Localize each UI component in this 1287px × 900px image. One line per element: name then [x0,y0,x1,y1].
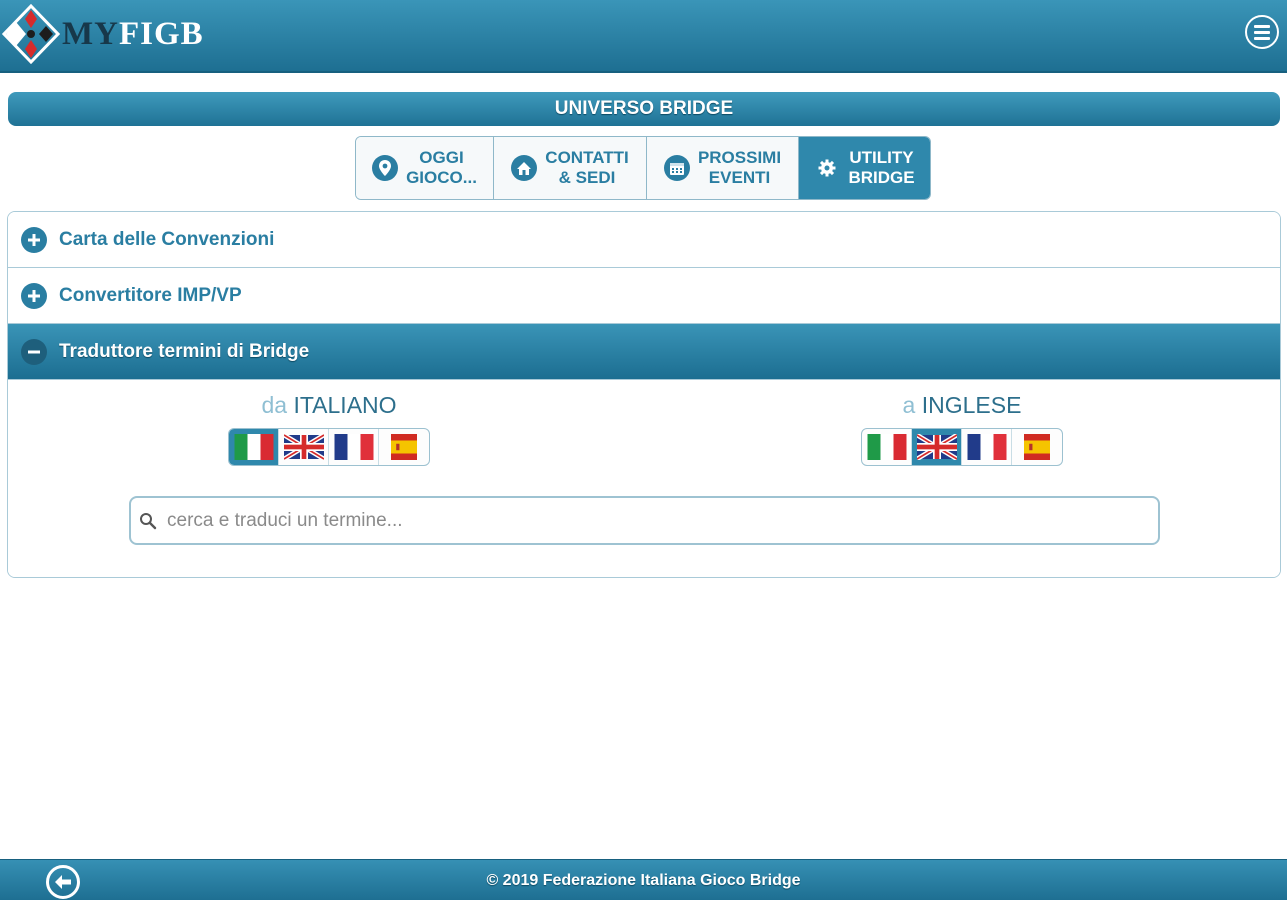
calendar-icon [663,155,690,181]
tab-label: OGGI GIOCO... [406,148,477,188]
source-flag-italy[interactable] [229,429,279,465]
translator-panel: da ITALIANO a INGLESE cerca e traduci un… [8,380,1280,577]
source-flag-spain[interactable] [379,429,429,465]
target-flag-italy[interactable] [862,429,912,465]
logo-figb: FIGB [118,15,204,52]
home-icon [511,155,538,181]
spain-flag-icon [391,434,417,460]
tab-label-line2: & SEDI [558,168,616,187]
tab-label: CONTATTI & SEDI [545,148,628,188]
france-flag-icon [334,434,373,460]
source-language-prefix: da [261,392,288,418]
tab-label-line1: OGGI [419,148,464,167]
target-flag-uk[interactable] [912,429,962,465]
tab-label-line1: PROSSIMI [697,148,782,167]
target-language-name: INGLESE [921,392,1022,418]
tab-oggi-gioco[interactable]: OGGI GIOCO... [356,137,494,199]
italy-flag-icon [867,434,906,460]
back-arrow-icon[interactable] [46,865,80,899]
logo-my: MY [62,15,119,52]
accordion-item-label: Convertitore IMP/VP [59,284,242,306]
uk-flag-icon [916,434,957,460]
search-icon [140,512,157,529]
plus-icon [21,282,47,309]
tab-prossimi-eventi[interactable]: PROSSIMI EVENTI [647,137,799,199]
card-suits-logo-icon [2,4,60,64]
tab-label-line1: CONTATTI [545,148,629,167]
plus-icon [21,226,47,253]
nav-tabs: OGGI GIOCO... CONTATTI & SEDI PROSSIMI E… [355,136,931,200]
target-flag-france[interactable] [962,429,1012,465]
source-language-title: da ITALIANO [227,392,431,419]
source-flag-uk[interactable] [279,429,329,465]
source-language-flags [228,428,430,466]
target-language-title: a INGLESE [860,392,1064,419]
accordion-item-traduttore-termini[interactable]: Traduttore termini di Bridge [8,324,1280,380]
tab-label-line2: GIOCO... [406,168,477,187]
utility-accordion: Carta delle Convenzioni Convertitore IMP… [7,211,1281,578]
copyright-text: © 2019 Federazione Italiana Gioco Bridge [486,872,801,889]
tab-label-line1: UTILITY [849,148,914,167]
tab-label: PROSSIMI EVENTI [698,148,781,188]
hamburger-menu-icon[interactable] [1245,15,1279,49]
accordion-item-label: Carta delle Convenzioni [59,228,275,250]
uk-flag-icon [283,434,324,460]
accordion-item-label: Traduttore termini di Bridge [59,340,310,362]
france-flag-icon [967,434,1006,460]
tab-label-line2: EVENTI [708,168,771,187]
map-pin-icon [372,155,399,181]
source-flag-france[interactable] [329,429,379,465]
target-language-flags [861,428,1063,466]
minus-icon [21,338,47,365]
tab-label-line2: BRIDGE [848,168,915,187]
logo-text: MYFIGB [62,15,204,52]
gear-icon [814,155,840,181]
section-title: UNIVERSO BRIDGE [8,92,1280,126]
app-header: MYFIGB [0,0,1287,73]
accordion-item-carta-convenzioni[interactable]: Carta delle Convenzioni [8,212,1280,268]
source-language-name: ITALIANO [293,392,397,418]
source-language-block: da ITALIANO [227,392,431,466]
term-search-input[interactable] [167,509,1147,532]
tab-utility-bridge[interactable]: UTILITY BRIDGE [799,137,930,199]
target-flag-spain[interactable] [1012,429,1062,465]
figb-logo[interactable]: MYFIGB [2,4,204,64]
accordion-item-convertitore-imp-vp[interactable]: Convertitore IMP/VP [8,268,1280,324]
target-language-block: a INGLESE [860,392,1064,466]
tab-label: UTILITY BRIDGE [848,148,914,188]
spain-flag-icon [1024,434,1050,460]
term-search-box [129,496,1160,545]
tab-contatti-sedi[interactable]: CONTATTI & SEDI [494,137,647,199]
app-footer: © 2019 Federazione Italiana Gioco Bridge [0,859,1287,900]
target-language-prefix: a [902,392,916,418]
italy-flag-icon [234,434,273,460]
